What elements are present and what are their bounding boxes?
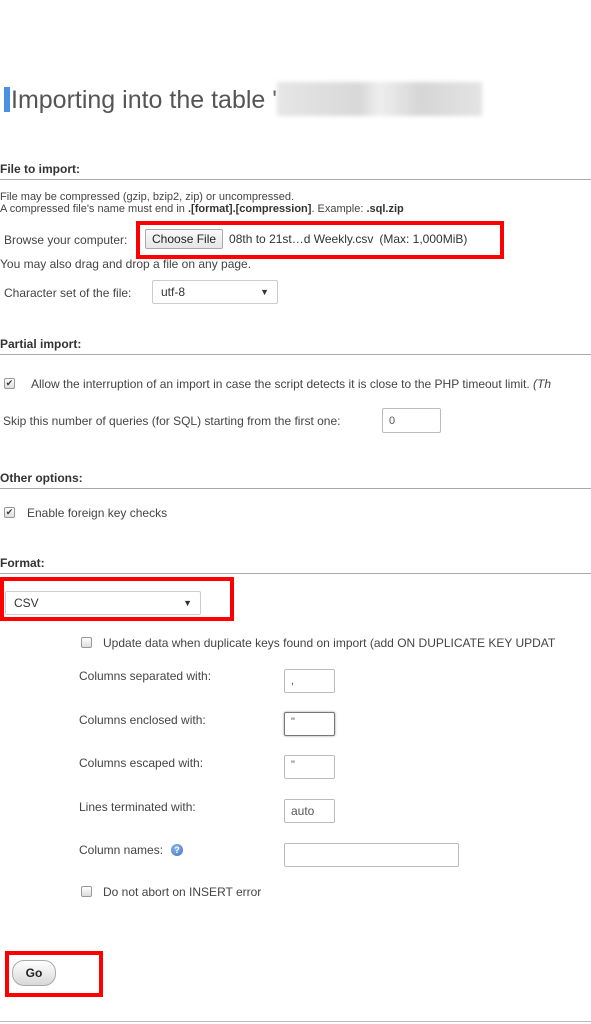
charset-select[interactable]: utf-8 ▼: [152, 280, 278, 304]
help-icon[interactable]: ?: [171, 844, 184, 856]
go-button[interactable]: Go: [12, 960, 56, 986]
allow-interrupt-label: Allow the interruption of an import in c…: [31, 377, 552, 391]
allow-interrupt-checkbox[interactable]: ✔: [4, 378, 15, 389]
update-duplicates-label: Update data when duplicate keys found on…: [103, 636, 556, 650]
section-partial-import: Partial import:: [0, 337, 591, 355]
browse-label: Browse your computer:: [4, 233, 128, 247]
skip-queries-input[interactable]: 0: [382, 408, 441, 433]
update-duplicates-checkbox[interactable]: [81, 637, 92, 648]
file-input[interactable]: Choose File 08th to 21st…d Weekly.csv (M…: [145, 229, 467, 249]
foreign-key-label: Enable foreign key checks: [27, 506, 168, 520]
columns-separated-label: Columns separated with:: [79, 669, 212, 683]
foreign-key-checkbox[interactable]: ✔: [4, 507, 15, 518]
text-cursor: [4, 87, 10, 112]
skip-queries-label: Skip this number of queries (for SQL) st…: [3, 414, 341, 428]
compression-note-2: A compressed file's name must end in .[f…: [0, 203, 404, 215]
lines-terminated-label: Lines terminated with:: [79, 800, 196, 814]
charset-label: Character set of the file:: [4, 286, 132, 300]
chevron-down-icon: ▼: [260, 287, 269, 297]
chevron-down-icon: ▼: [183, 598, 192, 608]
columns-escaped-label: Columns escaped with:: [79, 756, 204, 770]
no-abort-label: Do not abort on INSERT error: [103, 885, 262, 899]
columns-escaped-input[interactable]: ": [284, 755, 335, 779]
column-names-label-row: Column names: ?: [79, 843, 184, 857]
divider: [0, 1021, 591, 1022]
redacted-table-name: [277, 82, 483, 116]
chosen-file-name: 08th to 21st…d Weekly.csv: [229, 232, 374, 246]
section-other-options: Other options:: [0, 471, 591, 489]
choose-file-button[interactable]: Choose File: [145, 229, 224, 249]
drag-hint: You may also drag and drop a file on any…: [0, 257, 252, 271]
columns-enclosed-input[interactable]: ": [284, 712, 335, 736]
page-title: Importing into the table ': [4, 82, 483, 116]
columns-enclosed-label: Columns enclosed with:: [79, 713, 206, 727]
no-abort-checkbox[interactable]: [81, 886, 92, 897]
columns-separated-input[interactable]: ,: [284, 669, 335, 693]
column-names-input[interactable]: [284, 843, 459, 867]
format-select[interactable]: CSV ▼: [5, 591, 201, 615]
lines-terminated-input[interactable]: auto: [284, 799, 335, 823]
section-format: Format:: [0, 556, 591, 574]
max-size: (Max: 1,000MiB): [379, 232, 468, 246]
section-file-to-import: File to import:: [0, 162, 591, 180]
compression-note: File may be compressed (gzip, bzip2, zip…: [0, 191, 295, 203]
